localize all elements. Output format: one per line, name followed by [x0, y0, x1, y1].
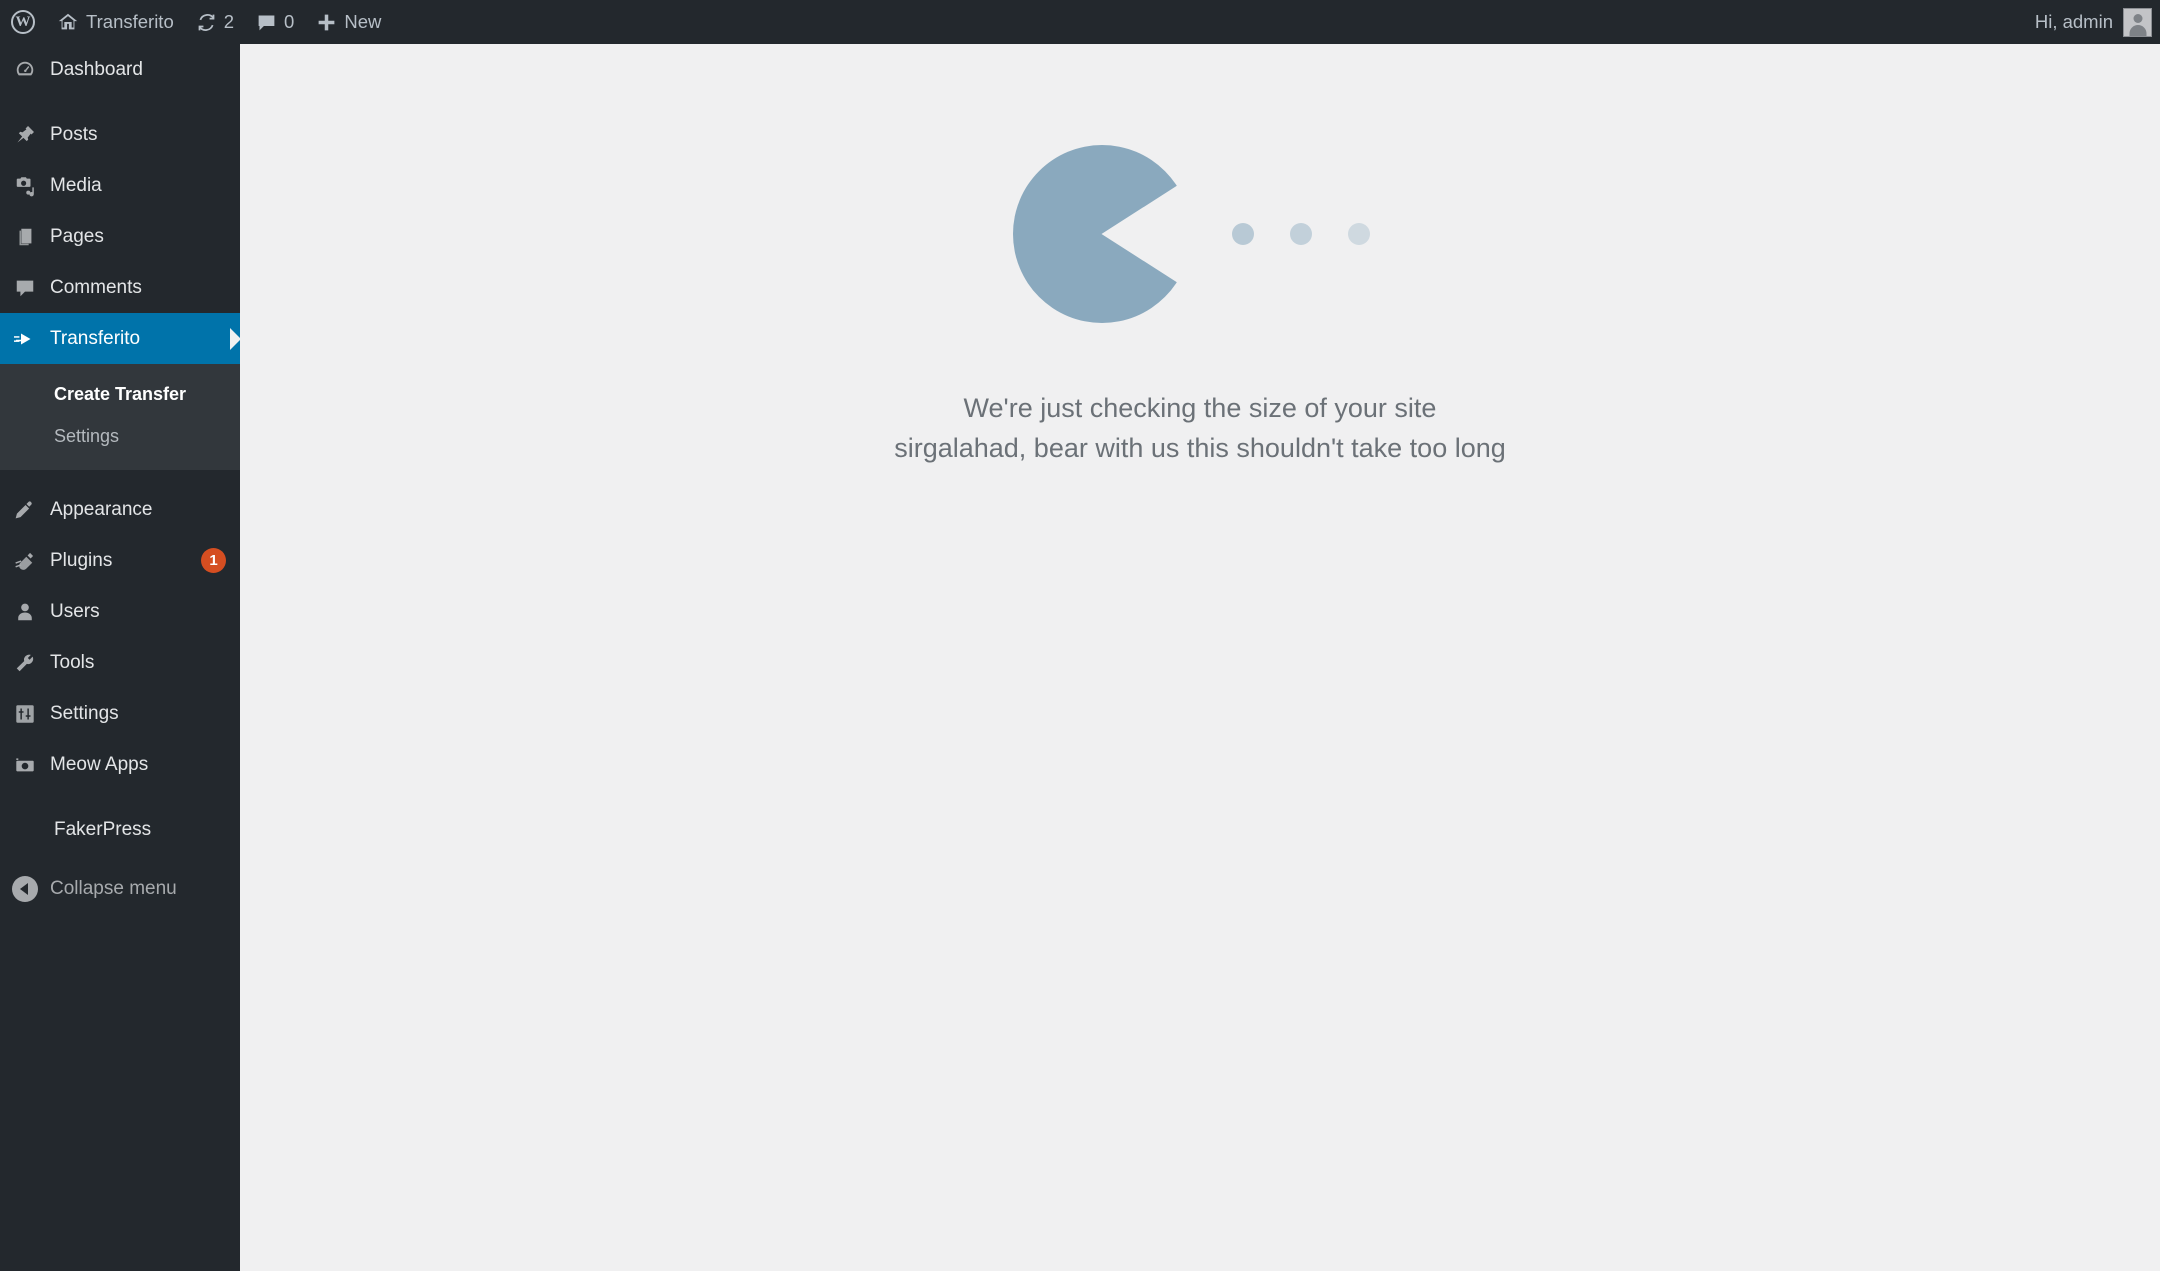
sidebar-item-comments[interactable]: Comments: [0, 262, 240, 313]
pacman-shape: [1012, 145, 1191, 323]
admin-sidebar: Dashboard Posts Media Pages Comments Tra…: [0, 44, 241, 1271]
comments-menu[interactable]: 0: [245, 0, 305, 44]
site-name-label: Transferito: [86, 11, 174, 32]
sidebar-item-appearance[interactable]: Appearance: [0, 484, 240, 535]
sidebar-item-settings[interactable]: Settings: [0, 688, 240, 739]
sidebar-item-label: Dashboard: [50, 58, 143, 80]
site-name-menu[interactable]: Transferito: [46, 0, 185, 44]
admin-bar: W Transferito 2 0 New Hi, admin: [0, 0, 2160, 44]
home-icon: [57, 11, 79, 33]
loading-screen: We're just checking the size of your sit…: [240, 44, 2160, 604]
sidebar-item-fakerpress[interactable]: FakerPress: [0, 804, 240, 855]
submenu-item-settings[interactable]: Settings: [0, 415, 240, 457]
sidebar-item-transferito[interactable]: Transferito: [0, 313, 241, 364]
sidebar-separator: [0, 470, 240, 485]
transfer-arrow-icon: [0, 327, 50, 351]
sidebar-item-label: Comments: [50, 276, 142, 298]
sidebar-item-label: Pages: [50, 225, 104, 247]
update-icon: [196, 12, 217, 33]
pacman-loading-icon: [1012, 144, 1370, 324]
sidebar-item-label: Plugins: [50, 549, 113, 571]
sidebar-item-media[interactable]: Media: [0, 160, 240, 211]
pacman-dot-2: [1289, 223, 1312, 245]
loading-message-line-2: sirgalahad, bear with us this shouldn't …: [894, 432, 1506, 463]
sidebar-item-label: FakerPress: [54, 818, 152, 840]
pacman-dot-1: [1231, 223, 1254, 245]
sidebar-item-users[interactable]: Users: [0, 586, 240, 637]
media-camera-icon: [0, 175, 50, 197]
updates-menu[interactable]: 2: [185, 0, 245, 44]
submenu-item-create-transfer[interactable]: Create Transfer: [0, 373, 240, 415]
sidebar-separator: [0, 95, 240, 109]
sidebar-item-label: Tools: [50, 651, 95, 673]
admin-bar-spacer: [392, 0, 2025, 44]
pages-icon: [0, 226, 50, 248]
sidebar-item-meow-apps[interactable]: Meow Apps: [0, 739, 240, 790]
loading-message: We're just checking the size of your sit…: [894, 389, 1506, 469]
user-icon: [0, 601, 50, 623]
sidebar-item-posts[interactable]: Posts: [0, 109, 240, 160]
new-content-label: New: [344, 11, 382, 32]
collapse-menu-label: Collapse menu: [50, 877, 177, 899]
my-account-menu[interactable]: Hi, admin: [2025, 0, 2160, 44]
new-content-menu[interactable]: New: [305, 0, 392, 44]
sidebar-item-label: Appearance: [50, 498, 153, 520]
avatar: [2123, 7, 2152, 37]
pin-icon: [0, 124, 50, 146]
comment-bubble-icon: [256, 12, 277, 33]
sidebar-item-label: Users: [50, 600, 100, 622]
wordpress-logo-icon: W: [11, 10, 35, 34]
collapse-menu-button[interactable]: Collapse menu: [0, 863, 240, 914]
sidebar-item-label: Posts: [50, 123, 98, 145]
wp-logo-menu[interactable]: W: [0, 0, 46, 44]
paintbrush-icon: [0, 499, 50, 521]
pacman-dot-3: [1347, 223, 1370, 245]
plug-icon: [0, 550, 50, 572]
camera-icon: [0, 754, 50, 776]
sidebar-item-label: Settings: [50, 702, 119, 724]
sidebar-item-pages[interactable]: Pages: [0, 211, 240, 262]
plugins-update-badge: 1: [201, 548, 226, 574]
main-content: We're just checking the size of your sit…: [240, 44, 2160, 1271]
sidebar-item-plugins[interactable]: Plugins 1: [0, 535, 240, 586]
sidebar-separator: [0, 790, 240, 805]
updates-count: 2: [223, 11, 235, 32]
sidebar-submenu-transferito: Create Transfer Settings: [0, 364, 240, 471]
dashboard-icon: [0, 59, 50, 81]
comments-count: 0: [284, 11, 295, 32]
plus-icon: [316, 12, 337, 33]
sliders-icon: [0, 703, 50, 725]
comment-bubble-icon: [0, 277, 50, 299]
sidebar-item-label: Meow Apps: [50, 753, 149, 775]
wrench-icon: [0, 652, 50, 674]
loading-message-line-1: We're just checking the size of your sit…: [963, 393, 1437, 423]
collapse-arrow-icon: [0, 875, 50, 902]
sidebar-item-tools[interactable]: Tools: [0, 637, 240, 688]
account-greeting: Hi, admin: [2034, 11, 2113, 32]
sidebar-item-dashboard[interactable]: Dashboard: [0, 44, 240, 95]
sidebar-item-label: Media: [50, 174, 102, 196]
sidebar-item-label: Transferito: [50, 327, 141, 349]
